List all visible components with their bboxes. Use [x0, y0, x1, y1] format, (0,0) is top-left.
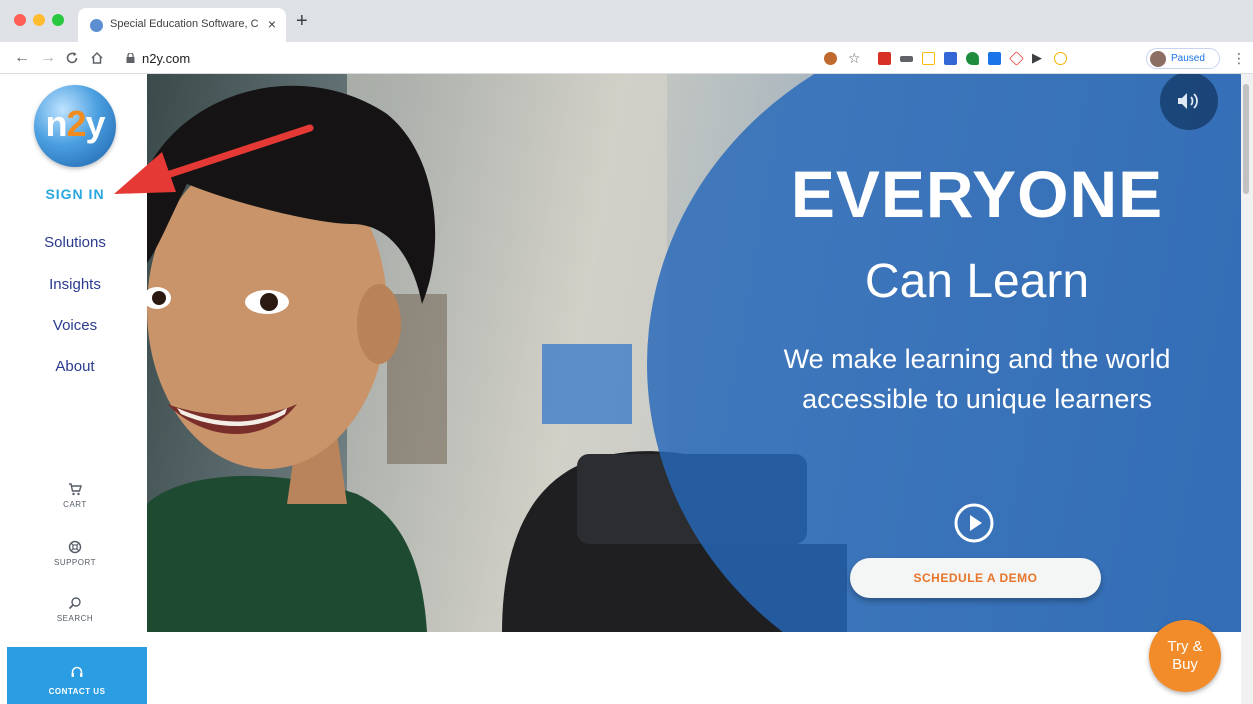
browser-tab-bar: Special Education Software, Cu × + [0, 0, 1253, 42]
red-annotation-arrow-icon [114, 124, 314, 194]
reload-icon[interactable] [65, 51, 79, 65]
hero-subheadline: Can Learn [864, 255, 1090, 308]
site-favicon-icon [90, 19, 103, 32]
n2y-logo[interactable]: n2y [34, 85, 116, 167]
speaker-icon [1178, 93, 1198, 109]
logo-letter-n: n [45, 103, 67, 144]
nav-about[interactable]: About [0, 358, 150, 375]
cart-button[interactable]: CART [0, 482, 150, 509]
logo-letter-2: 2 [66, 103, 86, 144]
search-icon [68, 597, 81, 610]
sound-toggle-button[interactable] [1160, 74, 1218, 130]
cart-label: CART [63, 500, 87, 509]
extension-diamond-icon[interactable] [1009, 51, 1024, 66]
scrollbar-thumb[interactable] [1243, 84, 1249, 194]
nav-voices[interactable]: Voices [0, 317, 150, 334]
headset-icon [71, 666, 83, 677]
lifebuoy-icon [68, 540, 82, 554]
page-scrollbar[interactable] [1241, 74, 1253, 704]
extension-red-icon[interactable] [878, 52, 891, 65]
bookmark-star-icon[interactable]: ☆ [848, 49, 861, 67]
browser-tab[interactable]: Special Education Software, Cu × [78, 8, 286, 42]
support-button[interactable]: SUPPORT [0, 540, 150, 567]
home-icon[interactable] [90, 51, 104, 65]
extension-camera-icon[interactable] [824, 52, 837, 65]
close-window-button[interactable] [14, 14, 26, 26]
extension-doc-icon[interactable] [922, 52, 935, 65]
extension-circle-icon[interactable] [1054, 52, 1067, 65]
play-video-icon[interactable] [953, 502, 995, 544]
try-buy-line2: Buy [1172, 656, 1198, 673]
cart-icon [69, 483, 82, 496]
schedule-demo-button[interactable]: SCHEDULE A DEMO [850, 558, 1101, 598]
tab-title: Special Education Software, Cu [110, 18, 258, 30]
lock-icon [126, 53, 135, 63]
extension-screen-icon[interactable] [988, 52, 1001, 65]
search-button[interactable]: SEARCH [0, 596, 150, 623]
forward-arrow-icon[interactable]: → [40, 49, 56, 67]
contact-us-label: CONTACT US [48, 687, 106, 696]
search-label: SEARCH [56, 614, 94, 623]
minimize-window-button[interactable] [33, 14, 45, 26]
try-and-buy-button[interactable]: Try & Buy [1149, 620, 1221, 692]
extension-tag-icon[interactable] [900, 56, 913, 62]
back-arrow-icon[interactable]: ← [14, 49, 30, 67]
browser-toolbar: ← → n2y.com ☆ ▶ Paused ⋮ [0, 42, 1253, 74]
profile-status: Paused [1171, 53, 1205, 64]
browser-menu-icon[interactable]: ⋮ [1232, 51, 1246, 65]
nav-insights[interactable]: Insights [0, 276, 150, 293]
extension-blue-icon[interactable] [944, 52, 957, 65]
new-tab-button[interactable]: + [296, 11, 308, 31]
hero-headline: EVERYONE [790, 157, 1164, 231]
hero-tagline-line1: We make learning and the world [783, 344, 1171, 374]
profile-avatar [1150, 51, 1166, 67]
zoom-window-button[interactable] [52, 14, 64, 26]
support-label: SUPPORT [53, 558, 97, 567]
extension-green-icon[interactable] [966, 52, 979, 65]
logo-letter-y: y [85, 103, 106, 144]
tab-close-icon[interactable]: × [268, 16, 276, 32]
try-buy-line1: Try & [1167, 638, 1203, 655]
profile-button[interactable]: Paused [1146, 48, 1220, 69]
address-bar[interactable]: n2y.com [142, 51, 190, 66]
hero-tagline: We make learning and the world accessibl… [717, 339, 1237, 419]
hero-tagline-line2: accessible to unique learners [802, 384, 1152, 414]
extension-flag-icon[interactable]: ▶ [1032, 49, 1042, 67]
contact-us-button[interactable]: CONTACT US [7, 647, 147, 704]
nav-solutions[interactable]: Solutions [0, 234, 150, 251]
